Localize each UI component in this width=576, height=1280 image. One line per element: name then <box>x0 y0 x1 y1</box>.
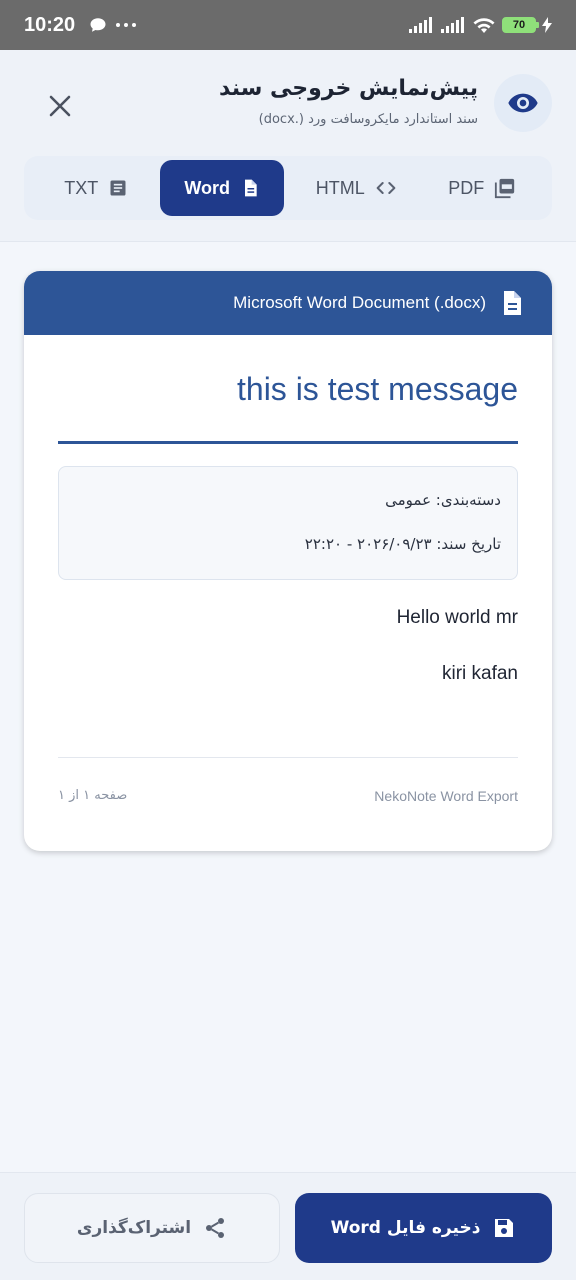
status-time: 10:20 <box>24 13 76 36</box>
close-button[interactable] <box>40 86 80 126</box>
status-bar: 10:20 70 <box>0 0 576 50</box>
tab-label: TXT <box>64 177 99 198</box>
document-category: دسته‌بندی: عمومی <box>385 491 501 509</box>
title-divider <box>58 441 518 444</box>
signal-icon <box>409 17 432 33</box>
document-meta-box: دسته‌بندی: عمومی تاریخ سند: ۲۰۲۶/۰۹/۲۳ -… <box>58 466 518 580</box>
save-label: ذخیره فایل Word <box>330 1218 481 1238</box>
charging-icon <box>542 17 552 33</box>
close-icon <box>49 95 71 117</box>
preview-badge <box>494 74 552 132</box>
tab-label: HTML <box>315 177 365 198</box>
share-label: اشتراک‌گذاری <box>76 1218 192 1238</box>
tab-word[interactable]: Word <box>160 160 284 216</box>
document-body-line: kiri kafan <box>441 663 518 684</box>
document-title: this is test message <box>237 371 518 407</box>
tab-txt[interactable]: TXT <box>32 160 160 216</box>
document-body-line: Hello world mr <box>396 607 518 628</box>
format-tabs: TXT Word HTML PDF <box>24 156 552 220</box>
page-title: پیش‌نمایش خروجی سند <box>219 76 478 101</box>
word-document-icon <box>504 291 521 315</box>
document-preview-card: Microsoft Word Document (.docx) this is … <box>24 271 552 851</box>
header: پیش‌نمایش خروجی سند سند استاندارد مایکرو… <box>0 50 576 242</box>
export-credit: NekoNote Word Export <box>374 788 518 804</box>
share-icon <box>206 1218 225 1238</box>
chat-bubble-icon <box>90 18 106 32</box>
notification-icons <box>89 16 137 34</box>
bottom-action-bar: اشتراک‌گذاری ذخیره فایل Word <box>0 1172 576 1280</box>
document-icon <box>245 179 257 197</box>
text-file-icon <box>110 180 126 196</box>
screen: 10:20 70 پیش‌نمایش خروجی سند سند استاندا… <box>0 0 576 1280</box>
page-subtitle: سند استاندارد مایکروسافت ورد (.docx) <box>258 112 478 127</box>
page-counter: صفحه ۱ از ۱ <box>58 788 128 803</box>
battery-indicator: 70 <box>502 17 539 33</box>
wifi-icon <box>473 18 495 33</box>
pdf-icon <box>495 178 515 199</box>
save-word-button[interactable]: ذخیره فایل Word <box>295 1193 552 1263</box>
status-right: 70 <box>408 16 552 34</box>
code-icon <box>376 182 396 194</box>
signal-icon-2 <box>441 17 464 33</box>
document-card-header: Microsoft Word Document (.docx) <box>24 271 552 335</box>
tab-label: PDF <box>448 177 485 198</box>
eye-icon <box>508 93 538 113</box>
footer-divider <box>58 757 518 758</box>
tab-html[interactable]: HTML <box>292 160 420 216</box>
save-icon <box>495 1219 514 1237</box>
share-button[interactable]: اشتراک‌گذاری <box>24 1193 280 1263</box>
document-type-label: Microsoft Word Document (.docx) <box>233 293 486 312</box>
document-date: تاریخ سند: ۲۰۲۶/۰۹/۲۳ - ۲۲:۲۰ <box>304 535 501 553</box>
more-dots-icon <box>116 23 137 27</box>
tab-label: Word <box>184 177 231 198</box>
tab-pdf[interactable]: PDF <box>420 160 544 216</box>
